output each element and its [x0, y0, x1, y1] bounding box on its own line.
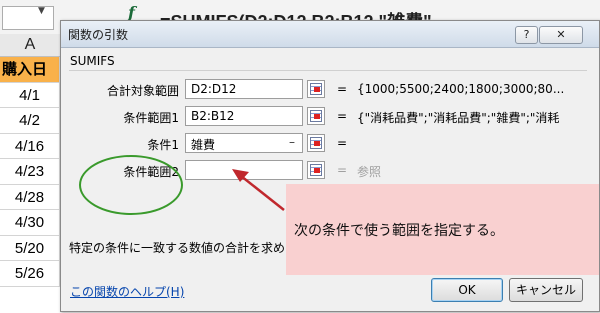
dialog-title: 関数の引数 — [68, 28, 129, 42]
cell[interactable]: 4/30 — [0, 210, 60, 236]
equals-sign: = — [337, 163, 348, 177]
help-button[interactable]: ? — [515, 26, 538, 44]
arg-label: 条件範囲1 — [123, 111, 179, 125]
truncation-dash: – — [289, 135, 295, 149]
cell-header[interactable]: 購入日 — [0, 57, 60, 83]
range-select-icon[interactable] — [307, 134, 325, 152]
highlight-ring — [79, 155, 183, 215]
function-help-link[interactable]: この関数のヘルプ(H) — [70, 283, 184, 300]
cancel-button[interactable]: キャンセル — [509, 278, 583, 302]
cell[interactable]: 5/20 — [0, 235, 60, 261]
cell[interactable]: 4/16 — [0, 133, 60, 159]
arg-result: 参照 — [357, 165, 382, 179]
cell[interactable]: 4/28 — [0, 184, 60, 210]
ok-button[interactable]: OK — [431, 278, 503, 302]
criteria-range1-input[interactable]: B2:B12 — [185, 106, 303, 126]
cell[interactable]: 4/1 — [0, 82, 60, 108]
close-button[interactable]: ✕ — [539, 26, 583, 44]
equals-sign: = — [337, 82, 348, 96]
range-select-icon[interactable] — [307, 80, 325, 98]
arg-row-sum-range: 合計対象範囲 D2:D12 = {1000;5500;2400;1800;300… — [61, 79, 599, 101]
range-select-icon[interactable] — [307, 107, 325, 125]
criteria-range2-input[interactable] — [185, 160, 303, 180]
arg-result: {"消耗品費";"消耗品費";"雑費";"消耗 — [357, 111, 560, 125]
function-description: 特定の条件に一致する数値の合計を求めます — [69, 241, 310, 255]
arg-label: 条件1 — [147, 138, 179, 152]
callout-text: 次の条件で使う範囲を指定する。 — [294, 223, 504, 239]
arg-result: {1000;5500;2400;1800;3000;80... — [357, 82, 565, 96]
arg-row-criteria1: 条件1 雑費 – = — [61, 133, 599, 155]
dialog-titlebar[interactable]: 関数の引数 ? ✕ — [61, 21, 599, 48]
arg-row-criteria-range1: 条件範囲1 B2:B12 = {"消耗品費";"消耗品費";"雑費";"消耗 — [61, 106, 599, 128]
function-name: SUMIFS — [70, 54, 115, 68]
equals-sign: = — [337, 109, 348, 123]
sheet-column: 購入日 4/1 4/2 4/16 4/23 4/28 4/30 5/20 5/2… — [0, 57, 60, 287]
cell[interactable]: 5/26 — [0, 261, 60, 287]
callout-box: 次の条件で使う範囲を指定する。 — [286, 184, 599, 275]
cell[interactable]: 4/23 — [0, 159, 60, 185]
range-select-icon[interactable] — [307, 161, 325, 179]
criteria1-input[interactable]: 雑費 — [185, 133, 303, 153]
sum-range-input[interactable]: D2:D12 — [185, 79, 303, 99]
cell[interactable]: 4/2 — [0, 108, 60, 134]
equals-sign: = — [337, 136, 348, 150]
column-header-a[interactable]: A — [0, 34, 61, 57]
name-box[interactable] — [2, 6, 54, 30]
chevron-down-icon[interactable]: ▼ — [38, 6, 45, 16]
arg-label: 合計対象範囲 — [106, 84, 179, 98]
divider — [69, 70, 587, 71]
